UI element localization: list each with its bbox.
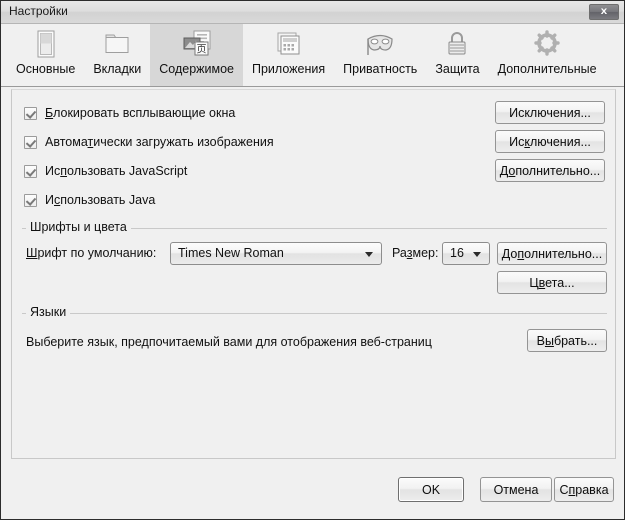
checkbox-label: Автоматически загружать изображения bbox=[45, 135, 274, 149]
checkbox-load-images[interactable]: Автоматически загружать изображения bbox=[24, 134, 274, 150]
browser-window-icon bbox=[29, 28, 63, 60]
tab-label: Содержимое bbox=[159, 62, 234, 76]
checkbox-indicator[interactable] bbox=[24, 193, 37, 207]
mask-icon bbox=[363, 28, 397, 60]
images-exceptions-button[interactable]: Исключения... bbox=[495, 130, 605, 153]
tab-label: Основные bbox=[16, 62, 76, 76]
close-button[interactable]: x bbox=[589, 4, 619, 20]
tab-label: Приложения bbox=[252, 62, 326, 76]
default-font-value: Times New Roman bbox=[178, 246, 284, 260]
tab-label: Защита bbox=[435, 62, 480, 76]
settings-dialog-window: Настройки x Основные Вкладки 页 Содержимо… bbox=[0, 0, 625, 520]
content-page-icon: 页 bbox=[180, 28, 214, 60]
choose-language-button[interactable]: Выбрать... bbox=[527, 329, 607, 352]
tab-privatnost[interactable]: Приватность bbox=[334, 24, 426, 86]
checkbox-enable-javascript[interactable]: Использовать JavaScript bbox=[24, 163, 187, 179]
group-divider bbox=[22, 313, 607, 314]
svg-text:页: 页 bbox=[196, 44, 206, 56]
tab-osnovnye[interactable]: Основные bbox=[7, 24, 84, 86]
popups-exceptions-button[interactable]: Исключения... bbox=[495, 101, 605, 124]
tab-zashchita[interactable]: Защита bbox=[426, 24, 488, 86]
checkbox-indicator[interactable] bbox=[24, 164, 37, 178]
tab-label: Дополнительные bbox=[497, 62, 597, 76]
cancel-button[interactable]: Отмена bbox=[480, 477, 552, 502]
tab-vkladki[interactable]: Вкладки bbox=[84, 24, 150, 86]
font-size-label: Размер: bbox=[392, 246, 439, 260]
lock-icon bbox=[440, 28, 474, 60]
close-icon: x bbox=[600, 6, 608, 17]
checkbox-label: Использовать JavaScript bbox=[45, 164, 188, 178]
font-size-value: 16 bbox=[450, 246, 464, 260]
languages-group: Языки Выберите язык, предпочитаемый вами… bbox=[22, 305, 607, 361]
dialog-footer: OK Отмена Справка bbox=[1, 462, 624, 519]
languages-description: Выберите язык, предпочитаемый вами для о… bbox=[26, 335, 432, 349]
default-font-dropdown[interactable]: Times New Roman bbox=[170, 242, 382, 265]
checkbox-indicator[interactable] bbox=[24, 106, 37, 120]
folder-tabs-icon bbox=[100, 28, 134, 60]
tab-soderzhimoe[interactable]: 页 Содержимое bbox=[150, 24, 243, 86]
fonts-advanced-button[interactable]: Дополнительно... bbox=[497, 242, 607, 265]
javascript-advanced-button[interactable]: Дополнительно... bbox=[495, 159, 605, 182]
title-bar: Настройки x bbox=[1, 1, 624, 24]
chevron-down-icon bbox=[365, 252, 373, 257]
content-panel: Блокировать всплывающие окна Автоматичес… bbox=[11, 89, 616, 459]
group-title: Шрифты и цвета bbox=[26, 220, 131, 234]
tab-dopolnitelnye[interactable]: Дополнительные bbox=[489, 24, 606, 86]
help-button[interactable]: Справка bbox=[554, 477, 614, 502]
tab-prilozheniya[interactable]: Приложения bbox=[243, 24, 334, 86]
fonts-and-colors-group: Шрифты и цвета Шрифт по умолчанию: Times… bbox=[22, 220, 607, 294]
window-title: Настройки bbox=[9, 4, 68, 18]
font-size-dropdown[interactable]: 16 bbox=[442, 242, 490, 265]
default-font-label: Шрифт по умолчанию: bbox=[26, 246, 157, 260]
checkbox-enable-java[interactable]: Использовать Java bbox=[24, 192, 155, 208]
tab-label: Приватность bbox=[343, 62, 418, 76]
checkbox-indicator[interactable] bbox=[24, 135, 37, 149]
checkbox-label: Блокировать всплывающие окна bbox=[45, 106, 236, 120]
checkbox-block-popups[interactable]: Блокировать всплывающие окна bbox=[24, 105, 235, 121]
tab-label: Вкладки bbox=[93, 62, 142, 76]
chevron-down-icon bbox=[473, 252, 481, 257]
applications-icon bbox=[272, 28, 306, 60]
tab-strip: Основные Вкладки 页 Содержимое Приложения… bbox=[1, 24, 624, 87]
colors-button[interactable]: Цвета... bbox=[497, 271, 607, 294]
group-title: Языки bbox=[26, 305, 71, 319]
gear-icon bbox=[530, 28, 564, 60]
ok-button[interactable]: OK bbox=[398, 477, 464, 502]
checkbox-label: Использовать Java bbox=[45, 193, 156, 207]
